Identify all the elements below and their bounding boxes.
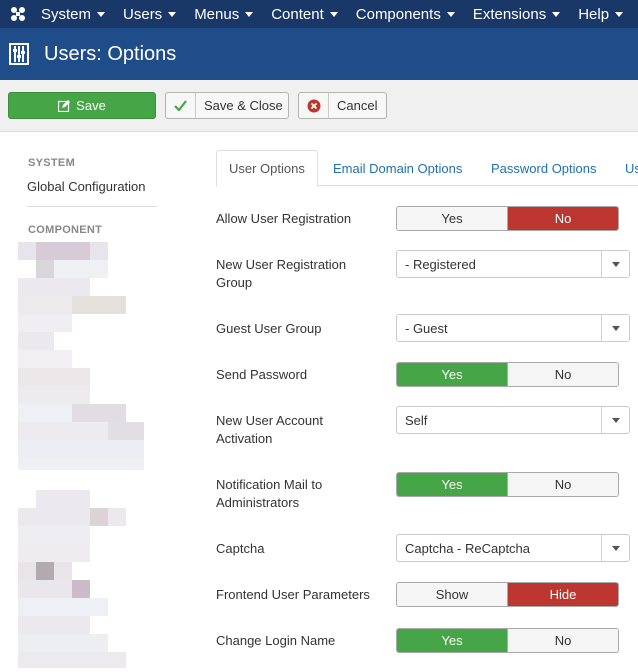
options-tabs: User Options Email Domain Options Passwo… — [216, 150, 638, 187]
caret-down-icon — [601, 535, 629, 561]
save-button[interactable]: Save — [8, 92, 156, 119]
allow-registration-label: Allow User Registration — [216, 211, 352, 226]
guest-group-label: Guest User Group — [216, 321, 322, 336]
send-password-no[interactable]: No — [507, 363, 618, 386]
change-login-yes[interactable]: Yes — [397, 629, 507, 652]
send-password-toggle: Yes No — [396, 362, 619, 387]
nav-menu-components[interactable]: Components — [347, 0, 464, 28]
notify-admins-toggle: Yes No — [396, 472, 619, 497]
edit-icon — [58, 99, 71, 112]
notify-admins-yes[interactable]: Yes — [397, 473, 507, 496]
notify-admins-label: Notification Mail to Administrators — [216, 477, 323, 510]
captcha-label: Captcha — [216, 541, 265, 556]
caret-down-icon — [97, 11, 106, 17]
tab-user-more[interactable]: Us — [625, 150, 638, 186]
sidebar-heading-system: SYSTEM — [28, 157, 76, 169]
notify-admins-no[interactable]: No — [507, 473, 618, 496]
allow-registration-toggle: Yes No — [396, 206, 619, 231]
nav-menu-extensions[interactable]: Extensions — [464, 0, 569, 28]
send-password-yes[interactable]: Yes — [397, 363, 507, 386]
nav-menu-content[interactable]: Content — [262, 0, 347, 28]
nav-menu-help[interactable]: Help — [569, 0, 632, 28]
joomla-logo-icon[interactable] — [4, 0, 32, 28]
new-registration-group-label: New User Registration Group — [216, 257, 347, 290]
cancel-button[interactable]: Cancel — [298, 92, 387, 119]
captcha-select[interactable]: Captcha - ReCaptcha — [396, 534, 630, 562]
top-navbar: System Users Menus Content Components Ex… — [0, 0, 638, 28]
tab-password-options[interactable]: Password Options — [491, 150, 597, 186]
tab-user-options[interactable]: User Options — [216, 150, 318, 187]
caret-down-icon — [168, 11, 177, 17]
caret-down-icon — [245, 11, 254, 17]
page-title: Users: Options — [44, 42, 177, 65]
new-registration-group-select[interactable]: - Registered — [396, 250, 630, 278]
allow-registration-yes[interactable]: Yes — [397, 207, 507, 230]
caret-down-icon — [552, 11, 561, 17]
change-login-toggle: Yes No — [396, 628, 619, 653]
account-activation-label: New User Account Activation — [216, 413, 323, 446]
obscured-component-list-2 — [18, 490, 126, 668]
cancel-icon — [299, 93, 329, 118]
checkmark-icon — [166, 93, 196, 118]
frontend-params-label: Frontend User Parameters — [216, 587, 370, 602]
save-close-button[interactable]: Save & Close — [165, 92, 289, 119]
sidebar-heading-component: COMPONENT — [28, 224, 103, 236]
sidebar-link-global-configuration[interactable]: Global Configuration — [27, 179, 146, 194]
frontend-params-show[interactable]: Show — [397, 583, 507, 606]
nav-menu-menus[interactable]: Menus — [185, 0, 262, 28]
obscured-component-list — [18, 242, 144, 470]
caret-down-icon — [601, 251, 629, 277]
caret-down-icon — [615, 11, 624, 17]
options-icon — [9, 43, 29, 65]
page-header: Users: Options — [0, 28, 638, 80]
guest-group-select[interactable]: - Guest — [396, 314, 630, 342]
caret-down-icon — [446, 11, 455, 17]
caret-down-icon — [601, 315, 629, 341]
change-login-no[interactable]: No — [507, 629, 618, 652]
nav-menu-users[interactable]: Users — [114, 0, 185, 28]
nav-menu-system[interactable]: System — [32, 0, 114, 28]
send-password-label: Send Password — [216, 367, 308, 382]
frontend-params-toggle: Show Hide — [396, 582, 619, 607]
allow-registration-no[interactable]: No — [507, 207, 618, 230]
sidebar-divider — [27, 206, 157, 207]
change-login-label: Change Login Name — [216, 633, 336, 648]
caret-down-icon — [601, 407, 629, 433]
caret-down-icon — [329, 11, 338, 17]
tab-email-domain-options[interactable]: Email Domain Options — [333, 150, 462, 186]
account-activation-select[interactable]: Self — [396, 406, 630, 434]
frontend-params-hide[interactable]: Hide — [507, 583, 618, 606]
